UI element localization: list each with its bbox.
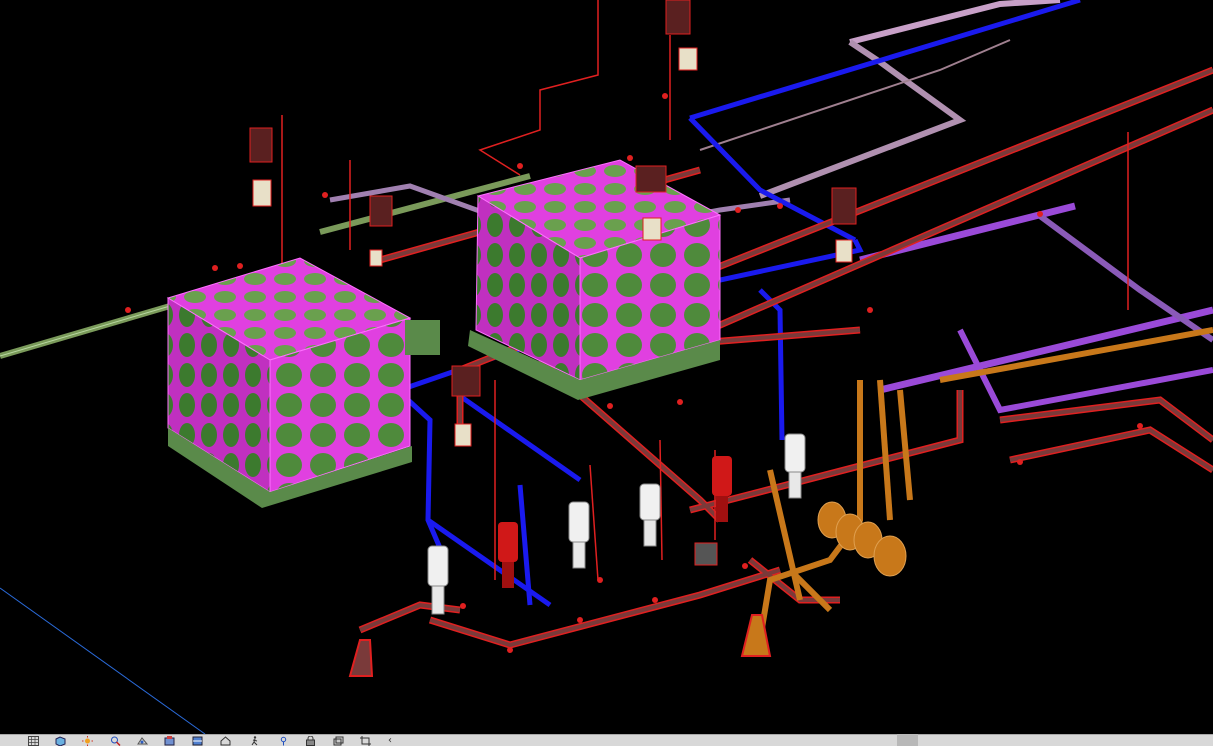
pumps-white[interactable] [427,433,806,615]
render-icon[interactable] [164,736,175,746]
purple-duct-run [329,0,1213,414]
pressure-tank [405,320,440,355]
house-icon[interactable] [220,736,231,746]
grid-reference-line [0,587,206,735]
collapse-icon[interactable]: ‹ [388,736,399,746]
section-icon[interactable] [192,736,203,746]
3d-model-viewport[interactable] [0,0,1213,735]
sun-icon[interactable] [82,736,93,746]
water-tank-left[interactable] [166,257,440,508]
grid-icon[interactable] [28,736,39,746]
water-tank-right[interactable] [468,159,722,400]
suction-inlets [348,614,772,677]
pin-icon[interactable] [278,736,289,746]
orbit-icon[interactable] [137,736,148,746]
walk-icon[interactable] [249,736,260,746]
horizontal-scrollbar-thumb[interactable] [897,734,918,746]
lock-icon[interactable] [305,736,316,746]
status-bar: ‹ [0,734,1213,746]
layers-icon[interactable] [333,736,344,746]
crop-icon[interactable] [360,736,371,746]
zoom-icon[interactable] [110,736,121,746]
pumps-red[interactable] [498,456,732,588]
cube-icon[interactable] [55,736,66,746]
mep-model-scene[interactable] [0,0,1213,735]
